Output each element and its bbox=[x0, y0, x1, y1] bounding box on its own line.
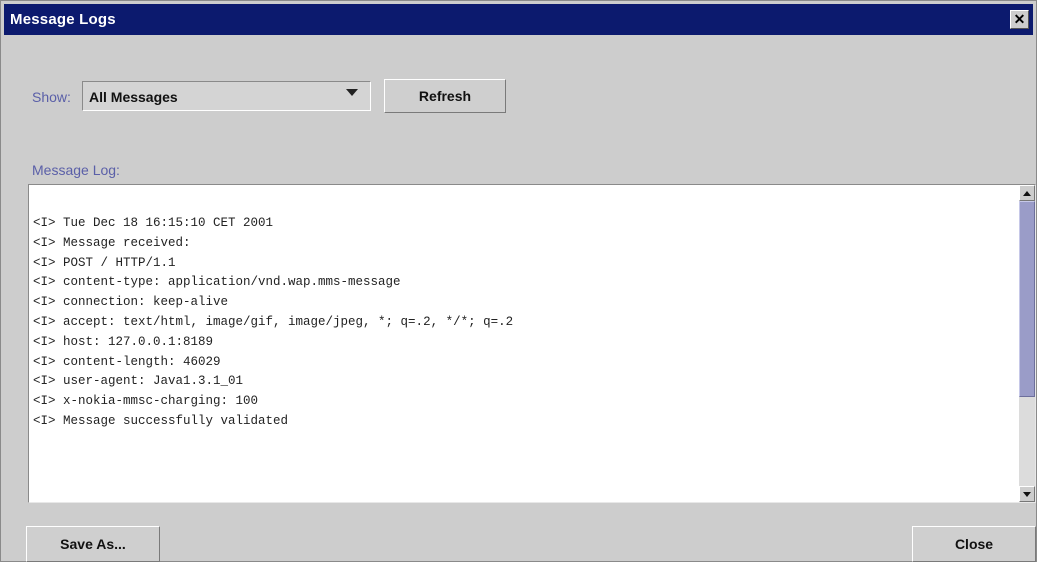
log-content: <I> Tue Dec 18 16:15:10 CET 2001 <I> Mess… bbox=[33, 214, 1013, 432]
scroll-thumb[interactable] bbox=[1019, 201, 1035, 397]
save-as-button[interactable]: Save As... bbox=[26, 526, 160, 562]
log-line: <I> content-length: 46029 bbox=[33, 354, 221, 369]
message-log-label: Message Log: bbox=[32, 162, 120, 178]
title-bar[interactable]: Message Logs ✕ bbox=[4, 4, 1033, 35]
vertical-scrollbar[interactable] bbox=[1019, 185, 1035, 502]
log-line: <I> POST / HTTP/1.1 bbox=[33, 255, 176, 270]
scroll-down-icon[interactable] bbox=[1019, 486, 1035, 502]
log-line: <I> Tue Dec 18 16:15:10 CET 2001 bbox=[33, 216, 274, 230]
log-line: <I> user-agent: Java1.3.1_01 bbox=[33, 374, 244, 389]
log-line: <I> x-nokia-mmsc-charging: 100 bbox=[33, 394, 259, 409]
close-icon[interactable]: ✕ bbox=[1010, 10, 1029, 29]
log-line: <I> accept: text/html, image/gif, image/… bbox=[33, 314, 514, 329]
chevron-down-icon bbox=[346, 89, 358, 96]
log-line: <I> host: 127.0.0.1:8189 bbox=[33, 334, 214, 349]
log-line: <I> content-type: application/vnd.wap.mm… bbox=[33, 275, 401, 290]
window-title: Message Logs bbox=[10, 11, 116, 28]
message-logs-window: Message Logs ✕ Show: All Messages Refres… bbox=[0, 0, 1037, 562]
log-line: <I> connection: keep-alive bbox=[33, 295, 229, 310]
message-filter-dropdown[interactable]: All Messages bbox=[82, 81, 371, 111]
close-button[interactable]: Close bbox=[912, 526, 1036, 562]
message-log-textarea[interactable]: <I> Tue Dec 18 16:15:10 CET 2001 <I> Mess… bbox=[28, 184, 1036, 503]
log-line: <I> Message received: bbox=[33, 235, 191, 250]
show-filter-label: Show: bbox=[32, 89, 71, 105]
refresh-button[interactable]: Refresh bbox=[384, 79, 506, 113]
log-line: <I> Message successfully validated bbox=[33, 413, 289, 428]
dropdown-selected-value: All Messages bbox=[89, 89, 178, 105]
scroll-up-icon[interactable] bbox=[1019, 185, 1035, 201]
